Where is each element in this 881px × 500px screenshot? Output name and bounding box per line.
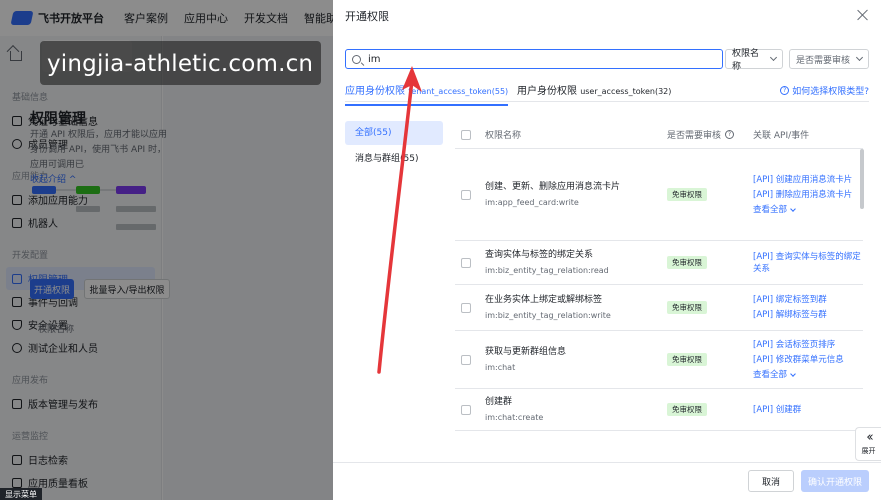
view-all-label: 查看全部 [753, 204, 788, 215]
permission-code: im:chat [485, 362, 516, 372]
category-item-all[interactable]: 全部(55) [345, 121, 443, 145]
review-free-badge: 免审权限 [667, 188, 707, 201]
open-permission-drawer: 开通权限 权限名称 是否需要审核 应用身份权限 tenant_access_to… [333, 0, 881, 500]
view-all-link[interactable]: 查看全部 [753, 369, 863, 381]
category-item-messages-groups[interactable]: 消息与群组(55) [345, 147, 443, 171]
table-scrollbar[interactable] [860, 149, 864, 209]
tab-user-identity-token: user_access_token(32) [580, 87, 672, 96]
related-api-link[interactable]: [API] 创建群 [753, 404, 863, 416]
close-icon[interactable] [857, 9, 869, 21]
row-checkbox[interactable] [461, 302, 471, 313]
confirm-open-permission-button[interactable]: 确认开通权限 [801, 470, 869, 492]
select-all-checkbox[interactable] [461, 129, 471, 140]
review-filter-select-value: 是否需要审核 [796, 55, 851, 66]
permission-name: 在业务实体上绑定或解绑标签 [485, 294, 603, 305]
question-icon: ? [780, 86, 790, 95]
permission-code: im:biz_entity_tag_relation:read [485, 265, 609, 275]
row-checkbox[interactable] [461, 189, 471, 200]
related-api-link[interactable]: [API] 解绑标签与群 [753, 309, 863, 321]
show-menu-button[interactable]: 显示菜单 [0, 488, 42, 500]
info-icon[interactable]: ? [725, 130, 735, 139]
category-list: 全部(55) 消息与群组(55) [345, 121, 443, 173]
double-chevron-left-icon: ‹‹ [866, 430, 874, 445]
header-permission-name: 权限名称 [485, 131, 522, 141]
view-all-label: 查看全部 [753, 369, 788, 380]
tab-app-identity-label: 应用身份权限 [345, 86, 405, 97]
permission-name: 创建、更新、删除应用消息流卡片 [485, 181, 621, 192]
related-api-link[interactable]: [API] 删除应用消息流卡片 [753, 189, 863, 201]
row-checkbox[interactable] [461, 257, 471, 268]
view-all-link[interactable]: 查看全部 [753, 204, 863, 216]
drawer-title: 开通权限 [345, 10, 389, 23]
table-row: 创建群 im:chat:create 免审权限 [API] 创建群 [455, 389, 863, 431]
row-checkbox[interactable] [461, 404, 471, 415]
chevron-down-icon [790, 370, 796, 377]
review-filter-select[interactable]: 是否需要审核 [789, 49, 869, 69]
related-api-link[interactable]: [API] 修改群菜单元信息 [753, 354, 863, 366]
chevron-down-icon [769, 53, 778, 62]
permission-type-tabs: 应用身份权限 tenant_access_token(55) 用户身份权限 us… [345, 78, 869, 106]
table-row: 查询实体与标签的绑定关系 im:biz_entity_tag_relation:r… [455, 241, 863, 285]
related-api-link[interactable]: [API] 绑定标签到群 [753, 294, 863, 306]
header-review: 是否需要审核 ? [667, 128, 753, 141]
permission-code: im:biz_entity_tag_relation:write [485, 310, 611, 320]
tab-user-identity[interactable]: 用户身份权限 user_access_token(32) [517, 82, 671, 97]
header-review-label: 是否需要审核 [667, 131, 722, 141]
drawer-header: 开通权限 [333, 0, 881, 32]
tab-app-identity[interactable]: 应用身份权限 tenant_access_token(55) [345, 82, 509, 106]
table-row: 获取与更新群组信息 im:chat 免审权限 [API] 会话标签页排序 [API] 修… [455, 331, 863, 389]
tab-user-identity-label: 用户身份权限 [517, 86, 577, 97]
review-free-badge: 免审权限 [667, 403, 707, 416]
chevron-down-icon [855, 53, 864, 62]
tab-app-identity-token: tenant_access_token(55) [408, 87, 509, 96]
table-row: 在业务实体上绑定或解绑标签 im:biz_entity_tag_relation:… [455, 285, 863, 331]
related-api-link[interactable]: [API] 创建应用消息流卡片 [753, 174, 863, 186]
search-field-select[interactable]: 权限名称 [725, 49, 783, 72]
permission-code: im:app_feed_card:write [485, 197, 579, 207]
related-api-link[interactable]: [API] 查询实体与标签的绑定关系 [753, 251, 863, 275]
table-header: 权限名称 是否需要审核 ? 关联 API/事件 [455, 121, 863, 149]
search-box[interactable] [345, 49, 723, 69]
permission-table: 权限名称 是否需要审核 ? 关联 API/事件 创建、更新、删除应用消息流卡片 i… [455, 121, 863, 431]
expand-panel-button[interactable]: ‹‹ 展开 [855, 427, 881, 461]
permission-name: 获取与更新群组信息 [485, 346, 567, 357]
drawer-footer: 取消 确认开通权限 [333, 462, 881, 500]
search-field-select-value: 权限名称 [732, 49, 760, 72]
search-icon [352, 54, 361, 64]
review-free-badge: 免审权限 [667, 256, 707, 269]
search-input[interactable] [368, 53, 708, 65]
help-link-label: 如何选择权限类型? [792, 87, 869, 97]
review-free-badge: 免审权限 [667, 301, 707, 314]
expand-label: 展开 [861, 447, 876, 455]
table-body: 创建、更新、删除应用消息流卡片 im:app_feed_card:write 免审权… [455, 149, 863, 431]
cancel-button[interactable]: 取消 [748, 470, 794, 492]
watermark-text: yingjia-athletic.com.cn [47, 51, 314, 77]
permission-name: 查询实体与标签的绑定关系 [485, 249, 594, 260]
permission-type-help-link[interactable]: ? 如何选择权限类型? [780, 84, 869, 97]
chevron-down-icon [790, 205, 796, 212]
permission-name: 创建群 [485, 396, 513, 407]
table-row: 创建、更新、删除应用消息流卡片 im:app_feed_card:write 免审权… [455, 149, 863, 241]
row-checkbox[interactable] [461, 354, 471, 365]
header-related-api: 关联 API/事件 [753, 131, 810, 141]
permission-code: im:chat:create [485, 412, 544, 422]
review-free-badge: 免审权限 [667, 353, 707, 366]
related-api-link[interactable]: [API] 会话标签页排序 [753, 339, 863, 351]
